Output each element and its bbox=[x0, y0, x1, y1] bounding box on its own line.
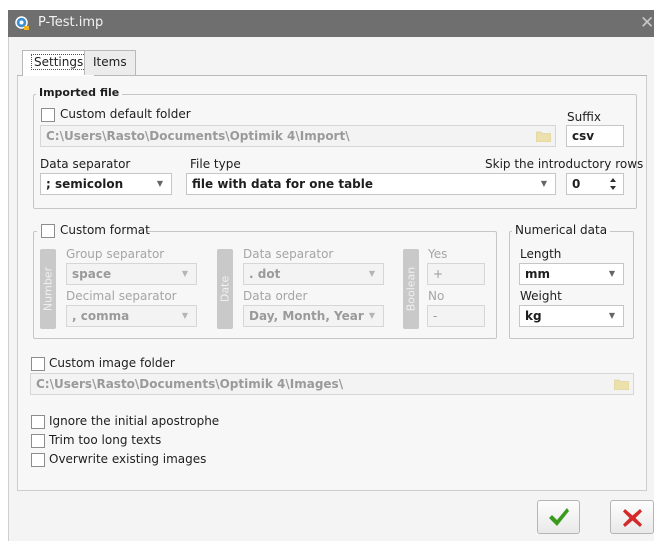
title-bar: P-Test.imp ✕ bbox=[8, 10, 654, 37]
trim-texts-label: Trim too long texts bbox=[49, 433, 162, 447]
trim-texts-checkbox[interactable] bbox=[31, 434, 45, 448]
date-separator-select[interactable]: . dot ▼ bbox=[243, 263, 384, 285]
chevron-down-icon: ▼ bbox=[608, 269, 615, 278]
date-section-tab: Date bbox=[217, 249, 233, 329]
image-folder-path: C:\Users\Rasto\Documents\Optimik 4\Image… bbox=[30, 373, 634, 395]
yes-label: Yes bbox=[428, 247, 448, 261]
chevron-down-icon: ▼ bbox=[156, 179, 163, 188]
overwrite-images-label: Overwrite existing images bbox=[49, 452, 207, 466]
date-separator-value: . dot bbox=[249, 267, 281, 281]
no-label: No bbox=[428, 289, 445, 303]
skip-rows-value: 0 bbox=[572, 177, 581, 191]
window-title: P-Test.imp bbox=[38, 15, 104, 30]
chevron-down-icon: ▼ bbox=[368, 311, 375, 320]
ignore-apostrophe-checkbox[interactable] bbox=[31, 415, 45, 429]
data-separator-select[interactable]: ; semicolon ▼ bbox=[40, 173, 172, 195]
default-folder-path: C:\Users\Rasto\Documents\Optimik 4\Impor… bbox=[40, 125, 556, 147]
tab-items[interactable]: Items bbox=[84, 50, 136, 75]
checkmark-icon bbox=[549, 508, 569, 526]
ignore-apostrophe-label: Ignore the initial apostrophe bbox=[49, 414, 220, 428]
data-order-value: Day, Month, Year bbox=[249, 309, 364, 323]
imported-file-legend: Imported file bbox=[36, 86, 123, 99]
skip-rows-stepper[interactable]: 0 bbox=[566, 173, 624, 195]
data-separator-value: ; semicolon bbox=[46, 177, 124, 191]
decimal-separator-value: , comma bbox=[72, 309, 130, 323]
date-tab-label: Date bbox=[218, 275, 232, 303]
chevron-down-icon: ▼ bbox=[540, 179, 547, 188]
number-section-tab: Number bbox=[40, 249, 56, 329]
no-value: - bbox=[433, 309, 438, 323]
tab-settings-label: Settings bbox=[31, 54, 87, 70]
image-folder-path-value: C:\Users\Rasto\Documents\Optimik 4\Image… bbox=[36, 377, 344, 391]
boolean-tab-label: Boolean bbox=[404, 266, 418, 312]
folder-icon[interactable] bbox=[536, 130, 551, 142]
cross-icon bbox=[623, 509, 642, 527]
no-input[interactable]: - bbox=[427, 305, 485, 327]
custom-format-label: Custom format bbox=[60, 223, 150, 237]
group-separator-label: Group separator bbox=[66, 247, 165, 261]
group-separator-value: space bbox=[72, 267, 112, 281]
custom-image-folder-checkbox[interactable] bbox=[31, 357, 45, 371]
boolean-section-tab: Boolean bbox=[403, 249, 419, 329]
overwrite-images-checkbox[interactable] bbox=[31, 453, 45, 467]
numerical-data-legend: Numerical data bbox=[512, 223, 611, 237]
decimal-separator-select[interactable]: , comma ▼ bbox=[66, 305, 197, 327]
custom-default-folder-checkbox[interactable] bbox=[41, 108, 55, 122]
stepper-arrows-icon[interactable] bbox=[609, 177, 617, 191]
weight-select[interactable]: kg ▼ bbox=[519, 305, 624, 327]
date-separator-label: Data separator bbox=[243, 247, 334, 261]
chevron-down-icon: ▼ bbox=[608, 311, 615, 320]
number-tab-label: Number bbox=[41, 266, 55, 312]
weight-value: kg bbox=[525, 309, 542, 323]
tab-strip-line bbox=[17, 75, 647, 76]
folder-icon[interactable] bbox=[614, 378, 629, 390]
close-icon[interactable]: ✕ bbox=[640, 12, 654, 34]
suffix-input[interactable]: csv bbox=[566, 125, 624, 147]
chevron-down-icon: ▼ bbox=[181, 269, 188, 278]
ok-button[interactable] bbox=[537, 500, 580, 534]
length-label: Length bbox=[520, 247, 562, 261]
decimal-separator-label: Decimal separator bbox=[66, 289, 177, 303]
tab-items-label: Items bbox=[93, 55, 127, 69]
suffix-value: csv bbox=[572, 129, 595, 143]
group-separator-select[interactable]: space ▼ bbox=[66, 263, 197, 285]
app-icon bbox=[15, 16, 29, 30]
length-select[interactable]: mm ▼ bbox=[519, 263, 624, 285]
suffix-label: Suffix bbox=[567, 110, 601, 124]
custom-default-folder-label: Custom default folder bbox=[60, 107, 191, 121]
file-type-select[interactable]: file with data for one table ▼ bbox=[186, 173, 556, 195]
custom-format-checkbox[interactable] bbox=[41, 224, 55, 238]
cancel-button[interactable] bbox=[610, 500, 654, 534]
custom-image-folder-label: Custom image folder bbox=[49, 356, 175, 370]
file-type-value: file with data for one table bbox=[192, 177, 374, 191]
data-separator-label: Data separator bbox=[40, 157, 131, 171]
file-type-label: File type bbox=[190, 157, 241, 171]
chevron-down-icon: ▼ bbox=[181, 311, 188, 320]
data-order-label: Data order bbox=[243, 289, 308, 303]
data-order-select[interactable]: Day, Month, Year ▼ bbox=[243, 305, 384, 327]
skip-rows-label: Skip the introductory rows bbox=[485, 157, 644, 171]
yes-value: + bbox=[433, 267, 444, 281]
yes-input[interactable]: + bbox=[427, 263, 485, 285]
chevron-down-icon: ▼ bbox=[368, 269, 375, 278]
weight-label: Weight bbox=[520, 289, 562, 303]
length-value: mm bbox=[525, 267, 551, 281]
default-folder-path-value: C:\Users\Rasto\Documents\Optimik 4\Impor… bbox=[46, 129, 350, 143]
